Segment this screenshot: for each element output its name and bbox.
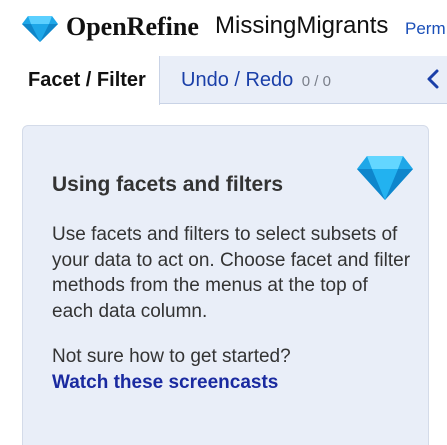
permalink-link[interactable]: Perm — [405, 19, 446, 39]
tab-facet-filter[interactable]: Facet / Filter — [0, 56, 160, 105]
help-title: Using facets and filters — [52, 173, 284, 196]
tab-facet-filter-label: Facet / Filter — [28, 69, 146, 91]
diamond-gem-icon[interactable] — [22, 16, 58, 42]
tab-undo-redo[interactable]: Undo / Redo 0 / 0 — [181, 69, 331, 92]
help-text: Use facets and filters to select subsets… — [52, 224, 411, 322]
screencasts-link[interactable]: Watch these screencasts — [52, 372, 278, 394]
facet-panel: Using facets and filters Use facets and … — [0, 105, 447, 445]
header-bar: OpenRefine MissingMigrants Perm — [0, 0, 447, 56]
diamond-gem-icon — [357, 156, 413, 200]
left-panel-tabs: Facet / Filter Undo / Redo 0 / 0 — [0, 56, 447, 105]
chevron-left-icon[interactable] — [424, 67, 442, 91]
facet-help-box: Using facets and filters Use facets and … — [22, 125, 429, 445]
help-question: Not sure how to get started? — [52, 346, 291, 367]
project-name[interactable]: MissingMigrants — [215, 12, 388, 40]
undo-redo-count: 0 / 0 — [301, 73, 331, 90]
app-name[interactable]: OpenRefine — [66, 12, 199, 42]
tab-undo-redo-label: Undo / Redo — [181, 69, 294, 91]
